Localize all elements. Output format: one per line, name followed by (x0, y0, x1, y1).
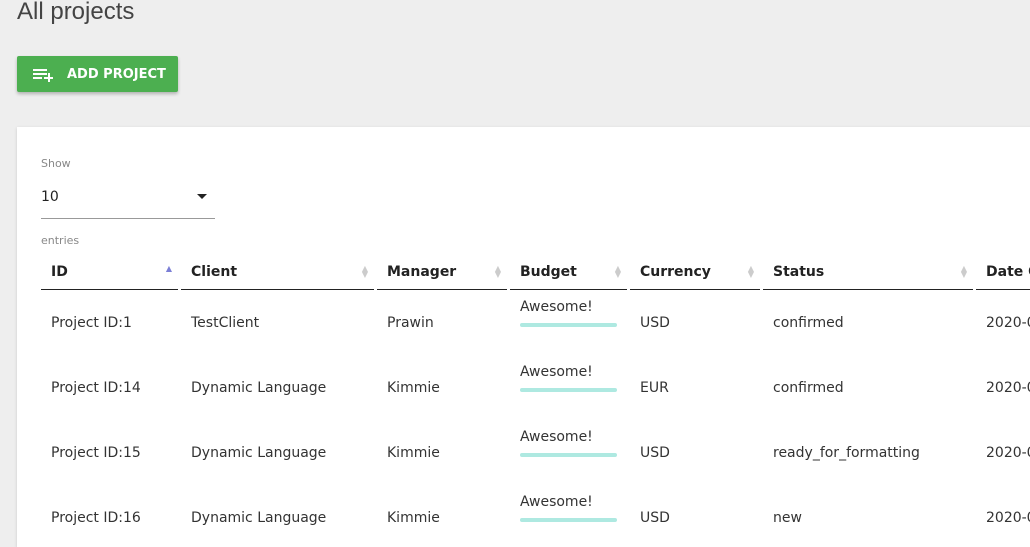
cell-date: 2020-03- (986, 444, 1030, 461)
budget-label: Awesome! (520, 428, 593, 445)
cell-manager: Prawin (387, 314, 434, 331)
column-label: Budget (520, 264, 577, 280)
entries-label: entries (41, 234, 80, 247)
cell-status: confirmed (773, 379, 844, 396)
column-label: Status (773, 264, 825, 280)
cell-date: 2020-02- (986, 314, 1030, 331)
column-label: Currency (640, 264, 711, 280)
add-project-button[interactable]: ADD PROJECT (17, 56, 178, 92)
column-header-date-cr[interactable]: Date Cr (976, 255, 1030, 290)
budget-label: Awesome! (520, 363, 593, 380)
cell-status: confirmed (773, 314, 844, 331)
cell-budget: Awesome! (510, 290, 627, 355)
column-header-status[interactable]: Status ▲ ▼ (763, 255, 973, 290)
sort-icon[interactable]: ▲ (166, 265, 172, 273)
budget-label: Awesome! (520, 493, 593, 510)
cell-date: 2020-03- (986, 379, 1030, 396)
column-label: Client (191, 264, 238, 280)
column-header-id[interactable]: ID ▲ (41, 255, 178, 290)
budget-bar (520, 322, 617, 327)
entries-select[interactable]: 10 (41, 185, 215, 219)
cell-manager: Kimmie (387, 379, 440, 396)
column-header-client[interactable]: Client ▲ ▼ (181, 255, 374, 290)
cell-manager: Kimmie (387, 444, 440, 461)
cell-client: Dynamic Language (191, 379, 327, 396)
cell-id: Project ID:15 (51, 444, 141, 461)
cell-budget: Awesome! (510, 355, 627, 420)
column-label: Manager (387, 264, 457, 280)
budget-bar (520, 452, 617, 457)
cell-client: TestClient (191, 314, 260, 331)
column-header-budget[interactable]: Budget ▲ ▼ (510, 255, 627, 290)
sort-icon[interactable]: ▲ ▼ (961, 265, 967, 279)
add-project-label: ADD PROJECT (67, 66, 166, 82)
budget-bar (520, 387, 617, 392)
page-title: All projects (17, 0, 135, 25)
table-row[interactable]: Project ID:1 TestClient Prawin Awesome! USD c… (41, 290, 1030, 355)
playlist-add-icon (33, 67, 53, 82)
column-label: ID (51, 264, 68, 280)
projects-table: ID ▲ Client ▲ ▼ Manager ▲ ▼ Budget ▲ ▼ Currency ▲ ▼ St… (38, 255, 1030, 547)
sort-icon[interactable]: ▲ ▼ (748, 265, 754, 279)
column-label: Date Cr (986, 264, 1030, 280)
cell-currency: EUR (640, 379, 669, 396)
cell-id: Project ID:14 (51, 379, 141, 396)
projects-card: Show 10 entries ID ▲ Client ▲ ▼ Manager ▲ ▼ Budg… (17, 127, 1030, 547)
cell-currency: USD (640, 314, 670, 331)
cell-id: Project ID:1 (51, 314, 132, 331)
sort-icon[interactable]: ▲ ▼ (495, 265, 501, 279)
column-header-currency[interactable]: Currency ▲ ▼ (630, 255, 760, 290)
caret-down-icon (197, 194, 207, 199)
entries-value: 10 (41, 189, 59, 205)
sort-icon[interactable]: ▲ ▼ (362, 265, 368, 279)
cell-budget: Awesome! (510, 420, 627, 485)
table-row[interactable]: Project ID:15 Dynamic Language Kimmie Aweso… (41, 420, 1030, 485)
sort-icon[interactable]: ▲ ▼ (615, 265, 621, 279)
budget-label: Awesome! (520, 298, 593, 315)
cell-client: Dynamic Language (191, 444, 327, 461)
show-label: Show (41, 157, 71, 170)
column-header-manager[interactable]: Manager ▲ ▼ (377, 255, 507, 290)
cell-status: ready_for_formatting (773, 444, 920, 461)
cell-currency: USD (640, 444, 670, 461)
table-row[interactable]: Project ID:14 Dynamic Language Kimmie Aweso… (41, 355, 1030, 420)
budget-bar (520, 517, 617, 522)
